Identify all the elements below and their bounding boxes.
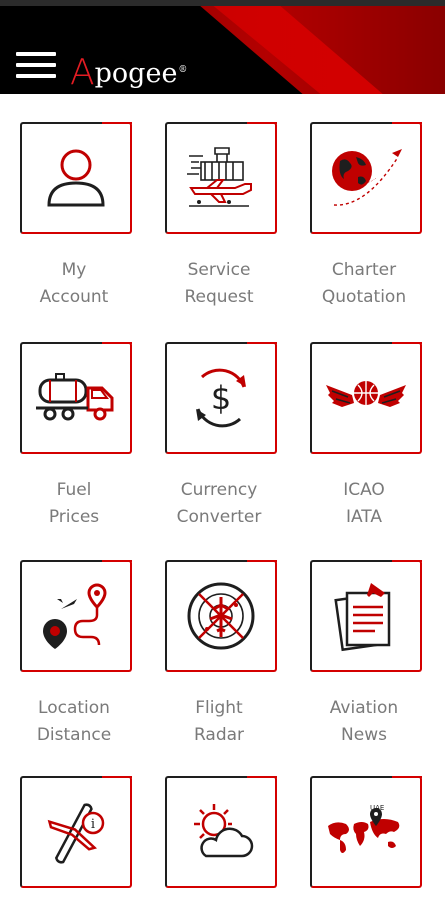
- radar-icon: [187, 582, 255, 650]
- app-header: Apogee®: [0, 6, 445, 94]
- flight-info-button[interactable]: i: [20, 776, 132, 888]
- world-map-icon: UAE: [328, 804, 400, 853]
- svg-text:$: $: [211, 379, 231, 417]
- fuel-truck-icon: [36, 373, 114, 421]
- aviation-news-label: Aviation News: [329, 698, 399, 745]
- service-request-button[interactable]: [165, 122, 277, 234]
- service-request-label: Service Request: [184, 260, 254, 307]
- menu-icon: [16, 52, 56, 56]
- currency-converter-label: Currency Converter: [176, 480, 262, 527]
- logo-letter: A: [70, 52, 95, 93]
- flight-radar-button[interactable]: [165, 560, 277, 672]
- svg-text:i: i: [91, 817, 95, 832]
- weather-button[interactable]: [165, 776, 277, 888]
- aviation-wings-icon: [326, 381, 406, 407]
- my-account-button[interactable]: [20, 122, 132, 234]
- fuel-prices-button[interactable]: [20, 342, 132, 454]
- user-icon: [47, 149, 105, 207]
- location-distance-button[interactable]: [20, 560, 132, 672]
- airport-service-icon: [187, 147, 252, 207]
- icao-iata-label: ICAO IATA: [343, 480, 385, 527]
- icao-iata-button[interactable]: [310, 342, 422, 454]
- world-map-button[interactable]: UAE: [310, 776, 422, 888]
- header-red-band: [200, 6, 445, 94]
- charter-quotation-button[interactable]: ⋯⋯⋯: [310, 122, 422, 234]
- menu-button[interactable]: [16, 52, 56, 82]
- weather-icon: [194, 804, 254, 858]
- aviation-news-button[interactable]: [310, 560, 422, 672]
- currency-icon: $: [196, 368, 246, 428]
- plane-info-icon: i: [47, 803, 105, 864]
- route-pin-icon: [43, 583, 107, 649]
- apogee-logo: Apogee®: [70, 52, 188, 93]
- location-distance-label: Location Distance: [36, 698, 112, 745]
- logo-text: pogee: [94, 58, 178, 89]
- currency-converter-button[interactable]: $: [165, 342, 277, 454]
- flight-radar-label: Flight Radar: [193, 698, 245, 745]
- my-account-label: My Account: [39, 260, 109, 307]
- charter-quotation-label: Charter Quotation: [321, 260, 407, 307]
- news-icon: [334, 583, 391, 652]
- fuel-prices-label: Fuel Prices: [48, 480, 100, 527]
- globe-plane-icon: ⋯⋯⋯: [332, 149, 402, 206]
